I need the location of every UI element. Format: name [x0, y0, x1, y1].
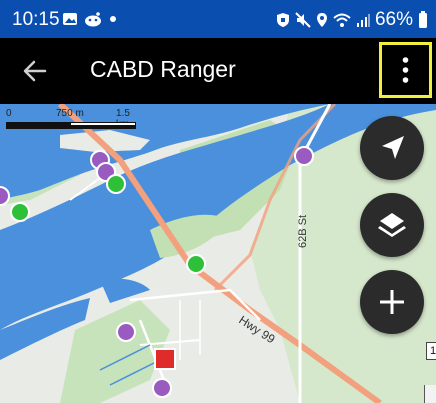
- more-vert-icon: [402, 57, 409, 83]
- arrow-back-icon: [23, 60, 47, 82]
- marker-green[interactable]: [10, 202, 30, 222]
- scale-bar: 0 750 m 1.5 km: [4, 108, 139, 134]
- wifi-icon: [333, 13, 351, 27]
- mute-icon: [295, 12, 311, 28]
- layers-icon: [378, 213, 406, 237]
- marker-purple[interactable]: [152, 378, 172, 398]
- page-title: CABD Ranger: [90, 56, 236, 82]
- marker-purple[interactable]: [294, 146, 314, 166]
- bottom-right-bar: [424, 385, 436, 403]
- status-time: 10:15: [12, 9, 60, 30]
- notification-dot-icon: [110, 16, 116, 22]
- map-edge-badge: 1: [426, 342, 436, 360]
- scale-label-750m: 750 m: [56, 108, 84, 119]
- marker-green[interactable]: [106, 174, 126, 194]
- layers-button[interactable]: [360, 193, 424, 257]
- marker-purple[interactable]: [0, 186, 10, 206]
- app-bar: CABD Ranger: [0, 38, 436, 104]
- road-label-62b-st: 62B St: [297, 215, 309, 248]
- plus-icon: [380, 290, 404, 314]
- status-bar: 10:15 66%: [0, 0, 436, 38]
- add-button[interactable]: [360, 270, 424, 334]
- scale-bar-graphic: [6, 122, 136, 129]
- battery-icon: [419, 11, 427, 28]
- marker-green[interactable]: [186, 254, 206, 274]
- back-button[interactable]: [20, 56, 50, 86]
- locate-button[interactable]: [360, 116, 424, 180]
- navigation-arrow-icon: [382, 136, 404, 159]
- more-options-button[interactable]: [379, 42, 432, 98]
- shield-icon: [276, 13, 289, 27]
- image-icon: [63, 13, 77, 25]
- marker-purple[interactable]: [116, 322, 136, 342]
- reddit-icon: [85, 12, 101, 27]
- scale-label-0: 0: [6, 108, 12, 119]
- location-icon: [316, 13, 327, 27]
- marker-red-square[interactable]: [154, 348, 176, 370]
- signal-icon: [356, 14, 370, 27]
- battery-percent: 66%: [374, 9, 413, 30]
